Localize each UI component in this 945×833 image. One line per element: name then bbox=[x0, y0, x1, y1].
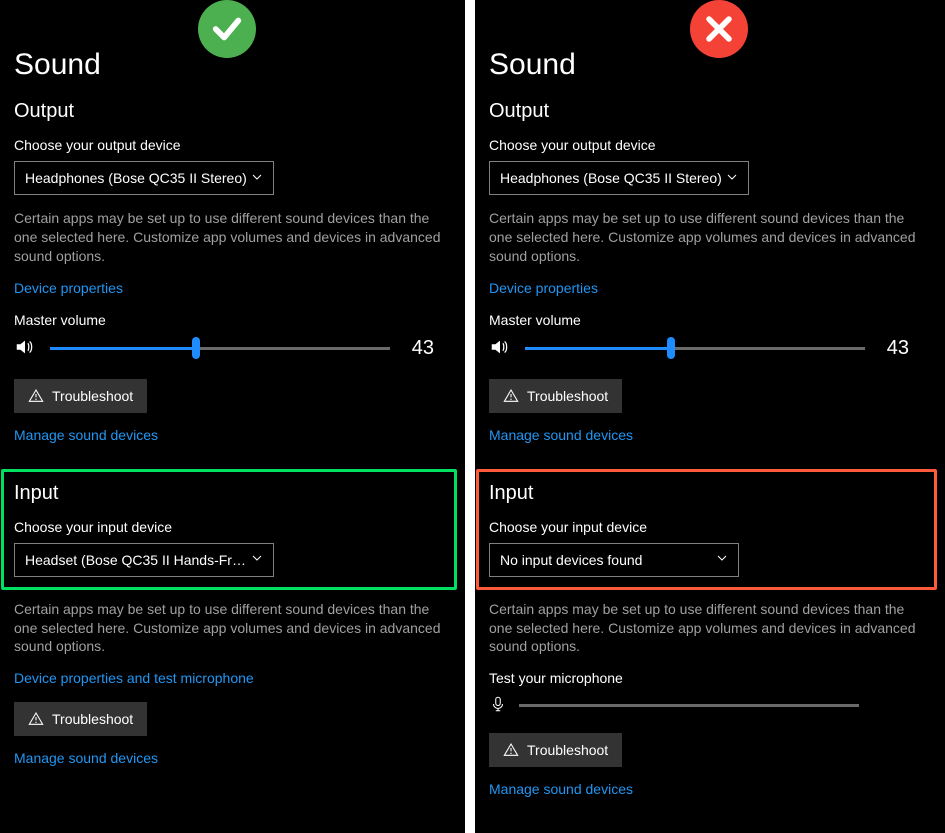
warning-icon bbox=[503, 742, 519, 758]
warning-icon bbox=[28, 711, 44, 727]
chevron-down-icon bbox=[716, 552, 728, 567]
check-icon bbox=[210, 12, 244, 46]
input-device-value: No input devices found bbox=[500, 552, 642, 568]
volume-slider[interactable] bbox=[525, 338, 865, 358]
input-troubleshoot-button[interactable]: Troubleshoot bbox=[14, 702, 147, 736]
output-choose-label: Choose your output device bbox=[489, 137, 931, 153]
sound-settings-panel-incorrect: Sound Output Choose your output device H… bbox=[475, 0, 945, 833]
volume-value: 43 bbox=[879, 337, 909, 360]
output-device-properties-link[interactable]: Device properties bbox=[14, 280, 123, 296]
status-badge-incorrect bbox=[690, 0, 748, 58]
output-choose-label: Choose your output device bbox=[14, 137, 451, 153]
output-note: Certain apps may be set up to use differ… bbox=[14, 209, 444, 266]
output-manage-devices-link[interactable]: Manage sound devices bbox=[489, 427, 633, 443]
troubleshoot-label: Troubleshoot bbox=[52, 388, 133, 404]
mic-test-row bbox=[489, 694, 931, 717]
input-device-select[interactable]: Headset (Bose QC35 II Hands-Free A... bbox=[14, 543, 274, 577]
input-manage-devices-link[interactable]: Manage sound devices bbox=[489, 781, 633, 797]
speaker-icon[interactable] bbox=[14, 336, 36, 361]
output-manage-devices-link[interactable]: Manage sound devices bbox=[14, 427, 158, 443]
output-troubleshoot-button[interactable]: Troubleshoot bbox=[489, 379, 622, 413]
status-badge-correct bbox=[198, 0, 256, 58]
input-troubleshoot-button[interactable]: Troubleshoot bbox=[489, 733, 622, 767]
test-mic-label: Test your microphone bbox=[489, 670, 931, 686]
input-heading: Input bbox=[14, 482, 444, 505]
input-highlight-correct: Input Choose your input device Headset (… bbox=[1, 469, 457, 590]
master-volume-label: Master volume bbox=[14, 312, 451, 328]
input-highlight-incorrect: Input Choose your input device No input … bbox=[476, 469, 937, 590]
volume-row: 43 bbox=[14, 336, 434, 361]
mic-level-bar bbox=[519, 704, 859, 707]
master-volume-label: Master volume bbox=[489, 312, 931, 328]
output-troubleshoot-button[interactable]: Troubleshoot bbox=[14, 379, 147, 413]
input-heading: Input bbox=[489, 482, 924, 505]
slider-thumb[interactable] bbox=[192, 337, 200, 359]
sound-settings-panel-correct: Sound Output Choose your output device H… bbox=[0, 0, 465, 833]
input-device-value: Headset (Bose QC35 II Hands-Free A... bbox=[25, 552, 251, 568]
microphone-icon bbox=[489, 694, 507, 717]
troubleshoot-label: Troubleshoot bbox=[52, 711, 133, 727]
output-device-select[interactable]: Headphones (Bose QC35 II Stereo) bbox=[489, 161, 749, 195]
input-props-test-link[interactable]: Device properties and test microphone bbox=[14, 670, 254, 686]
volume-value: 43 bbox=[404, 337, 434, 360]
speaker-icon[interactable] bbox=[489, 336, 511, 361]
output-device-select[interactable]: Headphones (Bose QC35 II Stereo) bbox=[14, 161, 274, 195]
volume-row: 43 bbox=[489, 336, 909, 361]
warning-icon bbox=[503, 388, 519, 404]
chevron-down-icon bbox=[251, 171, 263, 186]
cross-icon bbox=[702, 12, 736, 46]
chevron-down-icon bbox=[251, 552, 263, 567]
warning-icon bbox=[28, 388, 44, 404]
output-device-value: Headphones (Bose QC35 II Stereo) bbox=[500, 170, 722, 186]
input-manage-devices-link[interactable]: Manage sound devices bbox=[14, 750, 158, 766]
chevron-down-icon bbox=[726, 171, 738, 186]
output-device-value: Headphones (Bose QC35 II Stereo) bbox=[25, 170, 247, 186]
troubleshoot-label: Troubleshoot bbox=[527, 742, 608, 758]
slider-thumb[interactable] bbox=[667, 337, 675, 359]
input-choose-label: Choose your input device bbox=[489, 519, 924, 535]
input-device-select[interactable]: No input devices found bbox=[489, 543, 739, 577]
volume-slider[interactable] bbox=[50, 338, 390, 358]
output-device-properties-link[interactable]: Device properties bbox=[489, 280, 598, 296]
output-heading: Output bbox=[14, 100, 451, 123]
input-note: Certain apps may be set up to use differ… bbox=[14, 600, 444, 657]
troubleshoot-label: Troubleshoot bbox=[527, 388, 608, 404]
output-heading: Output bbox=[489, 100, 931, 123]
output-note: Certain apps may be set up to use differ… bbox=[489, 209, 919, 266]
input-note: Certain apps may be set up to use differ… bbox=[489, 600, 919, 657]
input-choose-label: Choose your input device bbox=[14, 519, 444, 535]
